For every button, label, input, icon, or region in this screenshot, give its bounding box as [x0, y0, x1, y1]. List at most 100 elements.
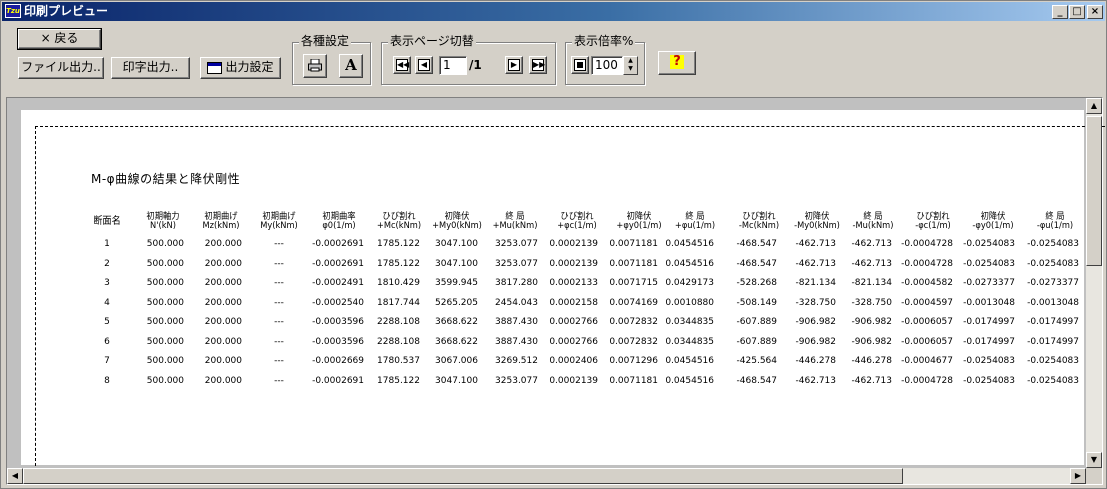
table-cell: -906.982: [851, 317, 892, 327]
scroll-right-icon[interactable]: ▶: [1070, 468, 1086, 484]
table-cell: -0.0004728: [901, 258, 953, 269]
table-cell: 0.0429173: [665, 278, 714, 288]
table-cell: -0.0174997: [963, 336, 1015, 347]
zoom-apply-button[interactable]: [571, 56, 589, 74]
print-output-button[interactable]: 印字出力..: [111, 57, 190, 79]
last-page-icon: ▶▶: [532, 59, 546, 71]
vertical-scroll-thumb[interactable]: [1086, 116, 1102, 266]
zoom-down-icon[interactable]: ▼: [624, 65, 637, 73]
zoom-up-icon[interactable]: ▲: [624, 57, 637, 65]
print-preview-window: Tzu 印刷プレビュー _ □ × × 戻る ファイル出力.. 印字出力.. 出…: [0, 0, 1107, 489]
scroll-down-icon[interactable]: ▼: [1086, 452, 1102, 468]
horizontal-scrollbar[interactable]: ◀ ▶: [7, 468, 1086, 484]
table-cell: 200.000: [204, 278, 242, 288]
app-icon: Tzu: [5, 4, 21, 18]
table-cell: -0.0254083: [963, 239, 1015, 249]
table-cell: 0.0344835: [665, 336, 714, 347]
printer-settings-button[interactable]: [303, 54, 327, 78]
table-cell: ---: [274, 317, 284, 327]
table-cell: 200.000: [204, 258, 242, 269]
table-cell: ---: [274, 258, 284, 269]
help-button[interactable]: ?: [658, 51, 696, 75]
column-unit: +φy0(1/m): [616, 221, 662, 231]
preview-area[interactable]: M-φ曲線の結果と降伏剛性 断面名 初期軸力 N'(kN) 初期曲げ Mz(kNm) 初期…: [6, 97, 1105, 485]
last-page-button[interactable]: ▶▶: [529, 56, 547, 74]
table-cell: -0.0013048: [963, 297, 1015, 308]
table-cell: 0.0010880: [665, 297, 714, 308]
table-cell: -328.750: [851, 297, 892, 308]
zoom-input[interactable]: 100: [591, 56, 623, 75]
back-button[interactable]: × 戻る: [17, 28, 102, 50]
zoom-apply-icon: [574, 59, 586, 71]
column-unit: N'(kN): [150, 221, 176, 231]
output-settings-label: 出力設定: [225, 60, 274, 74]
printer-icon: [308, 58, 322, 72]
column-unit: φ0(1/m): [322, 221, 356, 231]
scroll-left-icon[interactable]: ◀: [7, 468, 23, 484]
table-cell: -0.0004677: [901, 356, 953, 366]
table-cell: -0.0004728: [901, 375, 953, 386]
help-icon: ?: [670, 55, 684, 69]
column-unit: +φc(1/m): [557, 221, 597, 231]
table-cell: ---: [274, 297, 284, 308]
scroll-up-icon[interactable]: ▲: [1086, 98, 1102, 114]
table-cell: ---: [274, 356, 284, 366]
table-cell: -0.0254083: [1027, 258, 1079, 269]
output-settings-button[interactable]: 出力設定: [200, 57, 281, 79]
table-cell: -462.713: [851, 375, 892, 386]
file-output-button[interactable]: ファイル出力..: [18, 57, 104, 79]
table-cell: -462.713: [851, 258, 892, 269]
zoom-spinner[interactable]: ▲ ▼: [623, 56, 638, 75]
title-bar[interactable]: Tzu 印刷プレビュー _ □ ×: [2, 2, 1105, 21]
close-button[interactable]: ×: [1087, 5, 1103, 19]
page-switch-group-label: 表示ページ切替: [388, 34, 476, 48]
table-cell: ---: [274, 278, 284, 288]
next-page-button[interactable]: ▶: [505, 56, 523, 74]
next-page-icon: ▶: [508, 59, 520, 71]
horizontal-scroll-thumb[interactable]: [23, 468, 903, 484]
table-cell: 200.000: [204, 336, 242, 347]
table-cell: 200.000: [204, 239, 242, 249]
table-cell: -821.134: [851, 278, 892, 288]
preview-page: M-φ曲線の結果と降伏剛性 断面名 初期軸力 N'(kN) 初期曲げ Mz(kNm) 初期…: [21, 110, 1105, 466]
column-unit: -φy0(1/m): [972, 221, 1014, 231]
prev-page-icon: ◀: [418, 59, 430, 71]
page-number-input[interactable]: 1: [439, 56, 467, 75]
font-settings-button[interactable]: A: [339, 54, 363, 78]
vertical-scrollbar[interactable]: ▲ ▼: [1086, 98, 1102, 468]
table-cell: 200.000: [204, 297, 242, 308]
scroll-corner: [1086, 468, 1102, 484]
table-cell: -0.0004582: [901, 278, 953, 288]
column-unit: Mz(kNm): [202, 221, 240, 231]
table-cell: ---: [274, 336, 284, 347]
table-cell: 200.000: [204, 317, 242, 327]
table-cell: -462.713: [851, 239, 892, 249]
column-unit: +Mc(kNm): [376, 221, 422, 231]
column-unit: -Mc(kNm): [738, 221, 780, 231]
column-unit: -φu(1/m): [1036, 221, 1074, 231]
column-unit: -φc(1/m): [915, 221, 951, 231]
table-cell: -0.0174997: [1027, 317, 1079, 327]
window-title: 印刷プレビュー: [24, 4, 109, 18]
table-cell: -0.0254083: [963, 375, 1015, 386]
output-settings-icon: [207, 62, 222, 74]
table-cell: -446.278: [851, 356, 892, 366]
table-cell: -0.0254083: [1027, 375, 1079, 386]
first-page-button[interactable]: ◀◀: [393, 56, 411, 74]
table-cell: 0.0454516: [665, 258, 714, 269]
table-cell: -0.0004728: [901, 239, 953, 249]
minimize-button[interactable]: _: [1052, 5, 1068, 19]
table-cell: 0.0344835: [665, 317, 714, 327]
prev-page-button[interactable]: ◀: [415, 56, 433, 74]
maximize-button[interactable]: □: [1069, 5, 1085, 19]
table-cell: -0.0006057: [901, 336, 953, 347]
settings-group-label: 各種設定: [299, 34, 352, 48]
table-cell: -0.0254083: [963, 356, 1015, 366]
table-cell: -0.0174997: [963, 317, 1015, 327]
table-cell: 0.0454516: [665, 239, 714, 249]
table-cell: 0.0454516: [665, 356, 714, 366]
table-cell: 200.000: [204, 375, 242, 386]
column-unit: +φu(1/m): [674, 221, 716, 231]
report-heading: M-φ曲線の結果と降伏剛性: [91, 172, 241, 186]
column-header: 断面名: [93, 216, 121, 227]
